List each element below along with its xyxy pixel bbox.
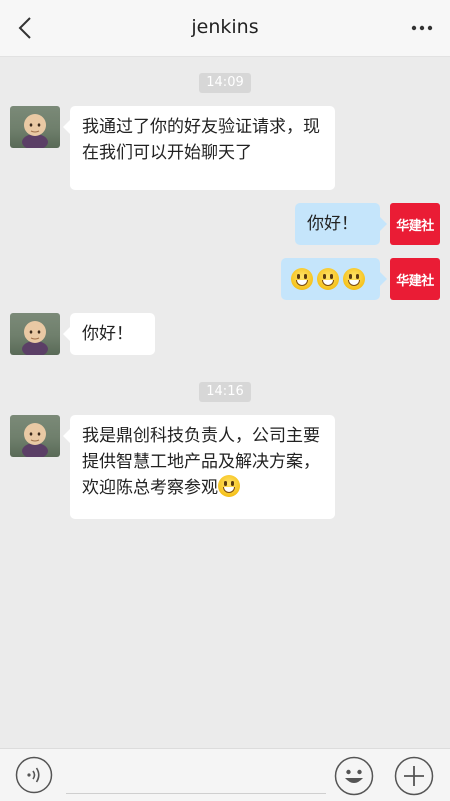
message-text: 你好！ <box>307 214 358 234</box>
message-bubble-sent[interactable] <box>281 258 387 300</box>
more-icon[interactable] <box>410 18 434 38</box>
contact-avatar[interactable] <box>10 106 60 148</box>
message-bubble-received[interactable]: 我是鼎创科技负责人，公司主要提供智慧工地产品及解决方案，欢迎陈总考察参观 <box>63 415 335 519</box>
grinning-emoji-icon <box>218 475 240 497</box>
top-bar: jenkins <box>0 0 450 57</box>
message-bubble-received[interactable]: 我通过了你的好友验证请求，现在我们可以开始聊天了 <box>63 106 335 190</box>
contact-avatar[interactable] <box>10 313 60 355</box>
message-text: 你好！ <box>82 324 133 344</box>
message-text: 我通过了你的好友验证请求，现在我们可以开始聊天了 <box>82 117 320 163</box>
message-text: 我是鼎创科技负责人，公司主要提供智慧工地产品及解决方案，欢迎陈总考察参观 <box>82 426 320 498</box>
smiley-icon[interactable] <box>334 756 374 796</box>
self-avatar-label: 华建社 <box>396 218 434 234</box>
message-bubble-received[interactable]: 你好！ <box>63 313 155 355</box>
message-input[interactable] <box>66 759 326 794</box>
plus-icon[interactable] <box>394 756 434 796</box>
timestamp: 14:16 <box>199 382 251 402</box>
message-bubble-sent[interactable]: 你好！ <box>295 203 387 245</box>
chat-title: jenkins <box>191 16 259 38</box>
timestamp: 14:09 <box>199 73 251 93</box>
contact-avatar[interactable] <box>10 415 60 457</box>
grinning-emoji-icon <box>291 268 313 290</box>
self-avatar[interactable]: 华建社 <box>390 203 440 245</box>
self-avatar[interactable]: 华建社 <box>390 258 440 300</box>
voice-icon[interactable] <box>15 756 53 794</box>
grinning-emoji-icon <box>317 268 339 290</box>
input-bar <box>0 748 450 801</box>
grinning-emoji-icon <box>343 268 365 290</box>
self-avatar-label: 华建社 <box>396 273 434 289</box>
